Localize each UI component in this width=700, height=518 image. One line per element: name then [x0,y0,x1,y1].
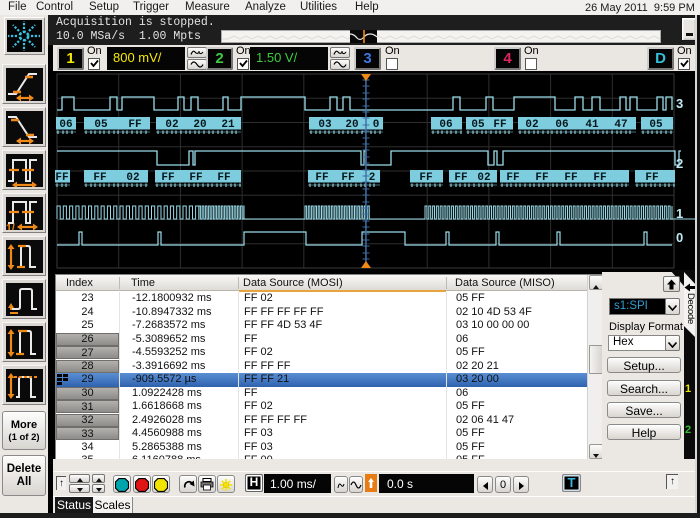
svg-text:FF: FF [506,172,519,184]
svg-text:FF: FF [189,172,202,184]
svg-text:FF: FF [419,172,432,184]
svg-text:FF: FF [55,172,68,184]
svg-text:06: 06 [555,119,568,131]
svg-text:FF: FF [93,172,106,184]
svg-text:02: 02 [477,172,490,184]
svg-text:FF: FF [454,172,467,184]
svg-text:06: 06 [59,119,72,131]
svg-text:05: 05 [94,119,108,131]
svg-text:FF: FF [564,172,577,184]
svg-text:FF: FF [315,172,328,184]
svg-text:FF: FF [128,119,141,131]
svg-text:FF: FF [161,172,174,184]
svg-text:FF: FF [535,172,548,184]
svg-text:1: 1 [676,206,683,221]
svg-text:02: 02 [126,172,139,184]
svg-text:05: 05 [649,119,663,131]
svg-text:3: 3 [676,96,683,111]
svg-text:20: 20 [193,119,206,131]
svg-text:06: 06 [439,119,452,131]
svg-text:2: 2 [369,172,376,184]
svg-text:FF: FF [217,172,230,184]
svg-text:02: 02 [165,119,178,131]
svg-text:FF: FF [341,172,354,184]
svg-text:FF: FF [645,172,658,184]
svg-text:03: 03 [318,119,332,131]
svg-text:21: 21 [221,119,235,131]
svg-text:1/: 1/ [6,222,15,230]
svg-text:2: 2 [676,156,683,171]
svg-text:05: 05 [471,119,485,131]
svg-text:41: 41 [585,119,599,131]
svg-text:FF: FF [493,119,506,131]
svg-text:20: 20 [345,119,358,131]
svg-text:47: 47 [614,119,627,131]
svg-text:0: 0 [373,119,380,131]
svg-text:FF: FF [593,172,606,184]
svg-text:02: 02 [525,119,538,131]
svg-text:0: 0 [676,230,683,245]
